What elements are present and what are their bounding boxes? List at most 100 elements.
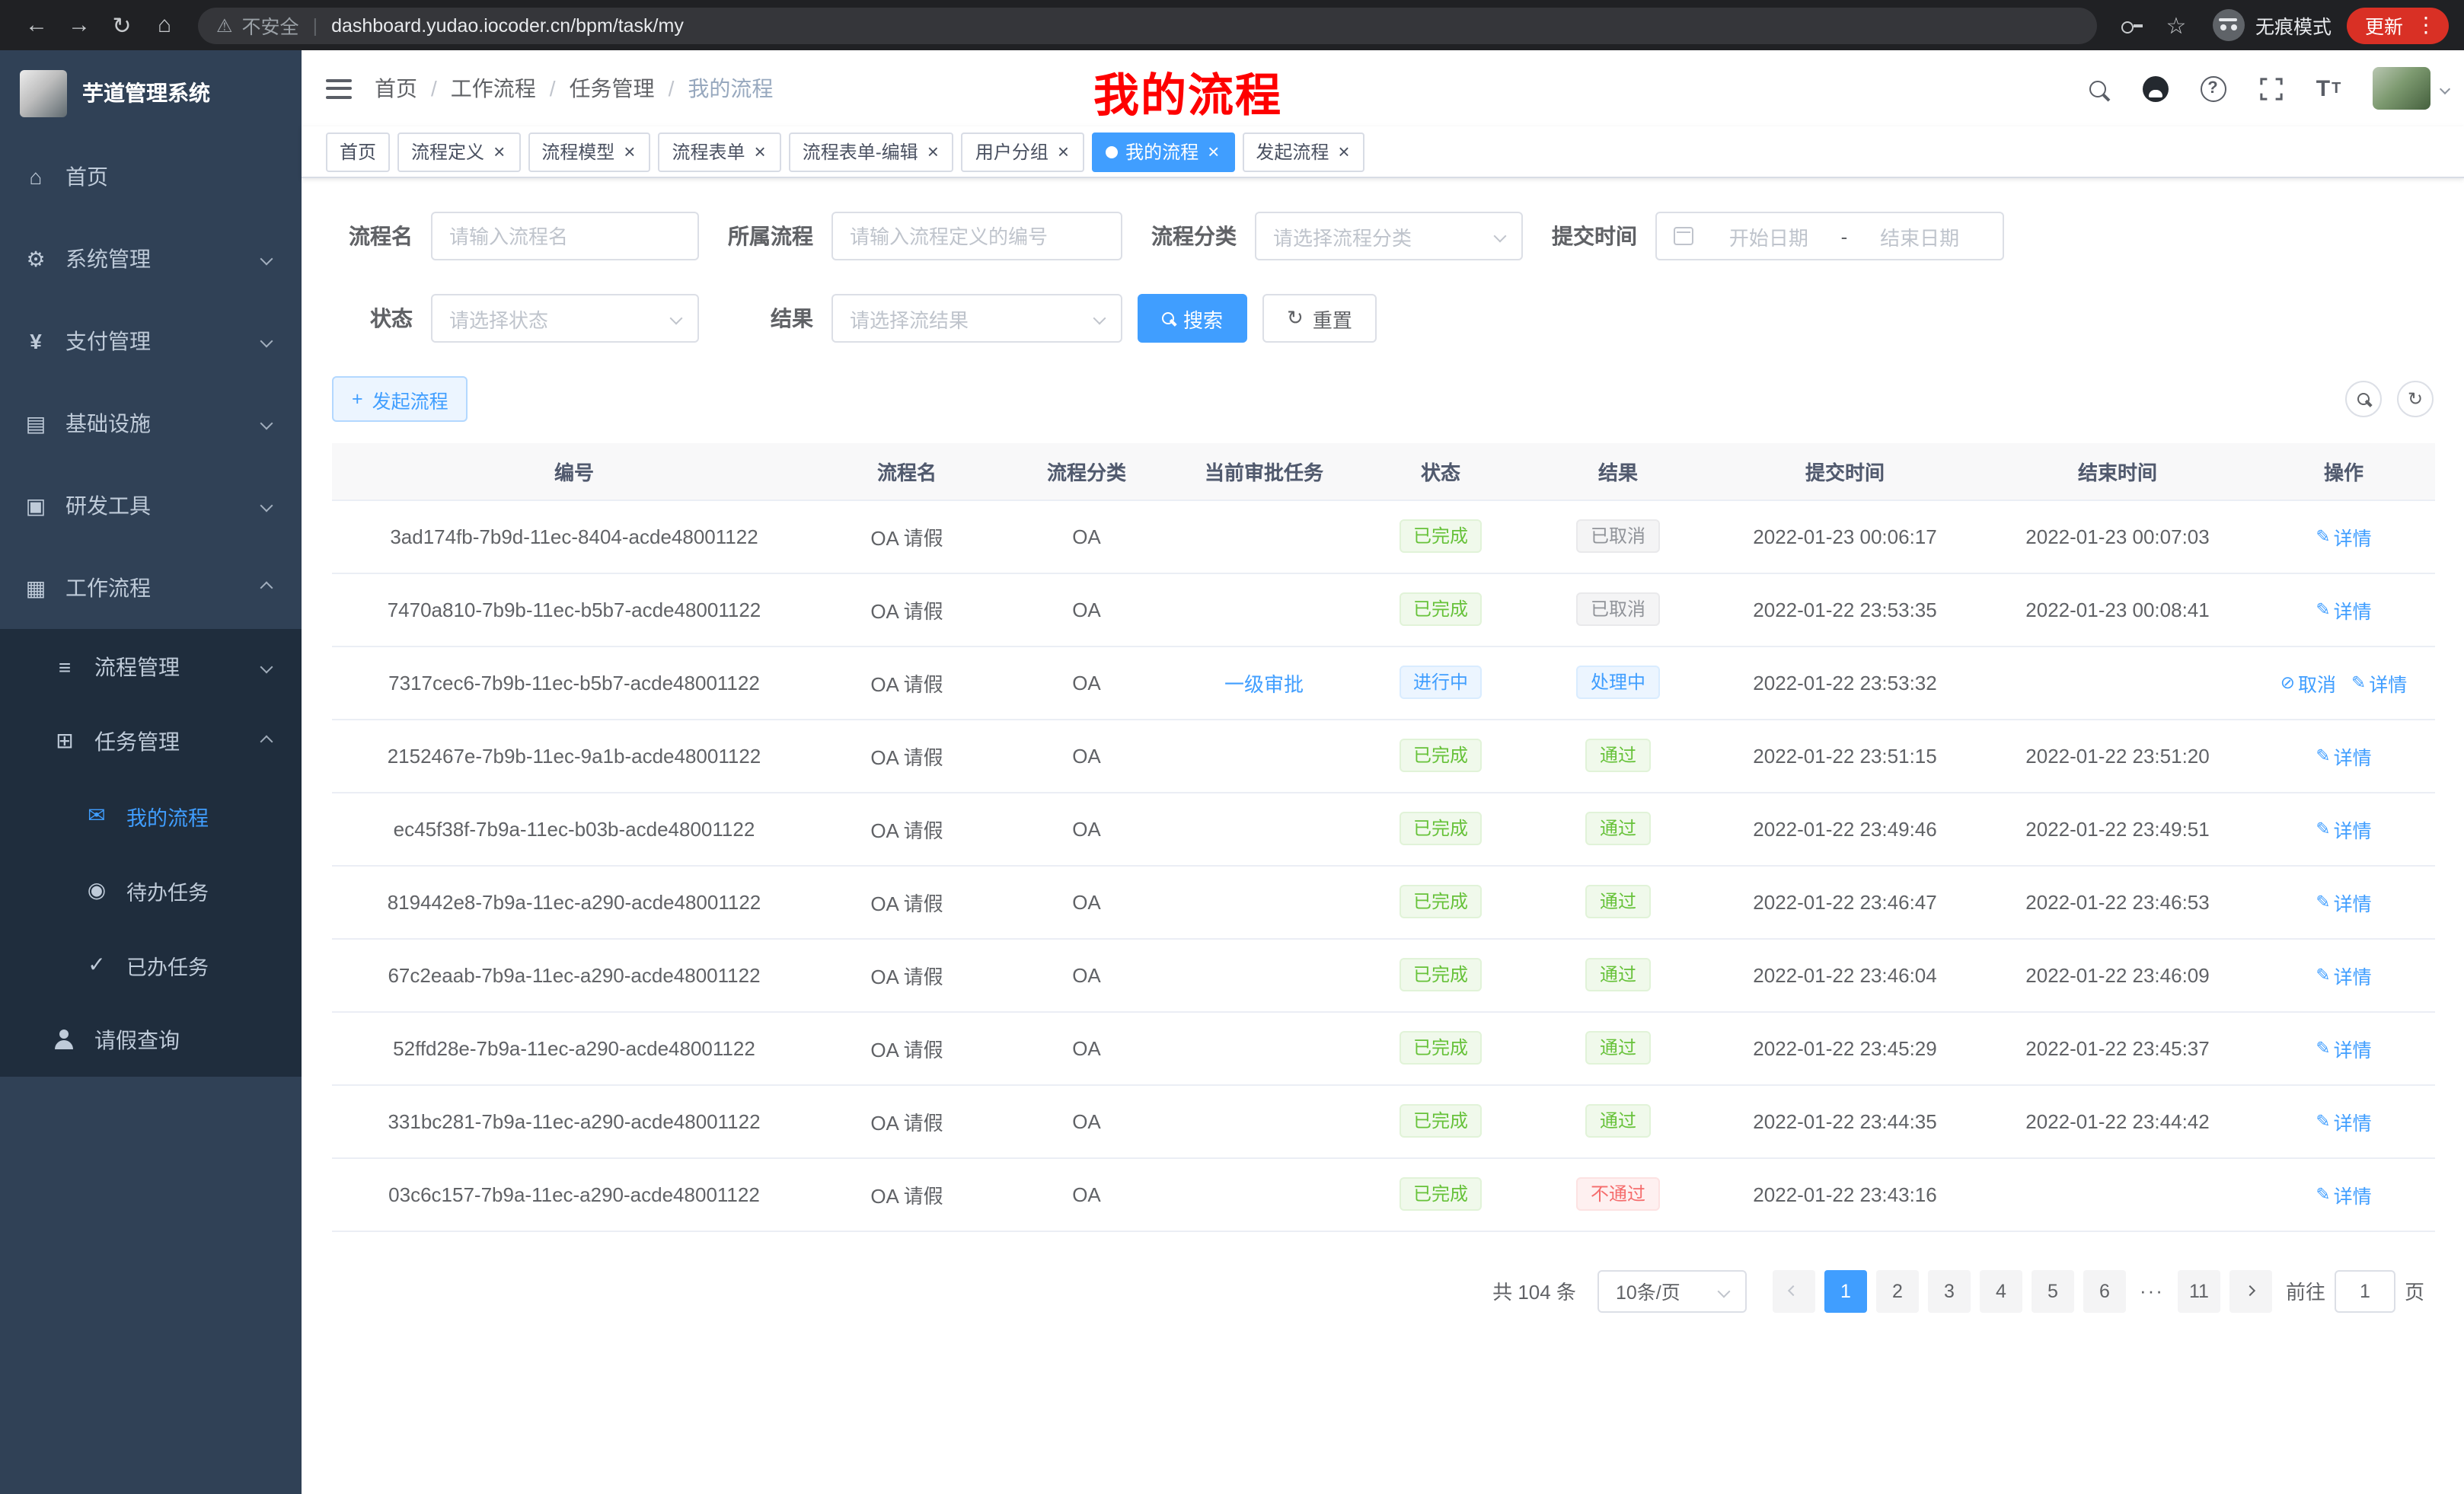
detail-button[interactable]: ✎详情: [2316, 1180, 2371, 1208]
close-icon[interactable]: ×: [753, 142, 768, 161]
update-button[interactable]: 更新 ⋮: [2347, 7, 2449, 43]
page-button-4[interactable]: 4: [1980, 1269, 2022, 1312]
reload-icon[interactable]: ↻: [101, 4, 143, 46]
breadcrumb-item[interactable]: 工作流程: [451, 73, 536, 104]
refresh-table-button[interactable]: ↻: [2397, 381, 2434, 417]
date-separator: -: [1841, 225, 1848, 247]
address-bar[interactable]: ⚠ 不安全 | dashboard.yudao.iocoder.cn/bpm/t…: [198, 7, 2097, 43]
chevron-down-icon: [1494, 230, 1507, 243]
search-toggle-button[interactable]: [2345, 381, 2382, 417]
tab-2[interactable]: 流程模型×: [528, 132, 650, 171]
sidebar-item-6[interactable]: 流程管理: [0, 629, 302, 704]
cell-id: 67c2eaab-7b9a-11ec-a290-acde48001122: [332, 938, 816, 1011]
close-icon[interactable]: ×: [926, 142, 940, 161]
cell-process-name: OA 请假: [816, 1084, 997, 1157]
detail-button[interactable]: ✎详情: [2316, 522, 2371, 551]
goto-page-input[interactable]: [2335, 1269, 2395, 1312]
detail-button[interactable]: ✎详情: [2316, 960, 2371, 989]
result-select[interactable]: 请选择流结果: [831, 294, 1122, 343]
sidebar-item-1[interactable]: 系统管理: [0, 218, 302, 300]
browser-home-icon[interactable]: ⌂: [143, 4, 186, 46]
create-process-button[interactable]: + 发起流程: [332, 376, 468, 422]
sidebar-item-8[interactable]: 我的流程: [0, 778, 302, 853]
tab-7[interactable]: 发起流程×: [1242, 132, 1364, 171]
cell-end-time: 2022-01-23 00:07:03: [1983, 500, 2252, 573]
search-button[interactable]: 搜索: [1138, 294, 1247, 343]
cell-id: 03c6c157-7b9a-11ec-a290-acde48001122: [332, 1157, 816, 1231]
url-text[interactable]: dashboard.yudao.iocoder.cn/bpm/task/my: [331, 14, 684, 36]
close-icon[interactable]: ×: [1056, 142, 1071, 161]
detail-button[interactable]: ✎详情: [2316, 814, 2371, 843]
font-size-icon[interactable]: TT: [2303, 62, 2354, 114]
help-icon[interactable]: ?: [2187, 62, 2239, 114]
page-button-3[interactable]: 3: [1928, 1269, 1971, 1312]
reset-button[interactable]: ↻ 重置: [1262, 294, 1377, 343]
search-icon[interactable]: [2071, 62, 2123, 114]
sidebar-item-4[interactable]: 研发工具: [0, 464, 302, 547]
detail-button[interactable]: ✎详情: [2316, 887, 2371, 916]
security-label[interactable]: 不安全: [242, 11, 299, 40]
user-avatar[interactable]: [2373, 67, 2449, 110]
sidebar-item-3[interactable]: 基础设施: [0, 382, 302, 464]
sidebar-item-9[interactable]: 待办任务: [0, 853, 302, 927]
caret-down-icon: [2440, 83, 2450, 94]
sidebar-item-11[interactable]: 请假查询: [0, 1002, 302, 1077]
app-logo[interactable]: 芋道管理系统: [0, 50, 302, 136]
tab-1[interactable]: 流程定义×: [397, 132, 520, 171]
page-button-1[interactable]: 1: [1824, 1269, 1867, 1312]
sidebar-item-label: 已办任务: [126, 950, 209, 980]
prev-page-button[interactable]: [1773, 1269, 1815, 1312]
sidebar-item-5[interactable]: 工作流程: [0, 547, 302, 629]
annotation-overlay: 我的流程: [1093, 58, 1282, 125]
detail-button[interactable]: ✎详情: [2316, 1106, 2371, 1135]
sidebar-item-0[interactable]: 首页: [0, 136, 302, 218]
sidebar-item-2[interactable]: 支付管理: [0, 300, 302, 382]
page-button-6[interactable]: 6: [2083, 1269, 2126, 1312]
status-select[interactable]: 请选择状态: [431, 294, 699, 343]
process-name-input[interactable]: [431, 212, 699, 260]
page-button-2[interactable]: 2: [1876, 1269, 1919, 1312]
kebab-icon[interactable]: ⋮: [2411, 12, 2441, 38]
tab-5[interactable]: 用户分组×: [962, 132, 1084, 171]
cell-submit-time: 2022-01-22 23:46:47: [1707, 865, 1983, 938]
process-id-input[interactable]: [831, 212, 1122, 260]
close-icon[interactable]: ×: [492, 142, 506, 161]
detail-button[interactable]: ✎详情: [2316, 1033, 2371, 1062]
back-icon[interactable]: ←: [15, 4, 58, 46]
breadcrumb-item[interactable]: 任务管理: [570, 73, 655, 104]
category-select[interactable]: 请选择流程分类: [1255, 212, 1523, 260]
bookmark-star-icon[interactable]: ☆: [2155, 4, 2197, 46]
cell-actions: ✎详情: [2252, 792, 2435, 865]
sidebar-item-7[interactable]: 任务管理: [0, 704, 302, 778]
sidebar-item-10[interactable]: 已办任务: [0, 927, 302, 1002]
submit-time-range-input[interactable]: 开始日期 - 结束日期: [1655, 212, 2004, 260]
tab-4[interactable]: 流程表单-编辑×: [789, 132, 954, 171]
chevron-down-icon: [260, 335, 273, 348]
close-icon[interactable]: ×: [622, 142, 637, 161]
close-icon[interactable]: ×: [1336, 142, 1351, 161]
detail-button[interactable]: ✎详情: [2316, 595, 2371, 624]
breadcrumb-item[interactable]: 首页: [375, 73, 417, 104]
detail-button[interactable]: ✎详情: [2351, 668, 2407, 697]
github-icon[interactable]: [2129, 62, 2181, 114]
password-key-icon[interactable]: [2118, 11, 2146, 39]
fullscreen-icon[interactable]: [2245, 62, 2296, 114]
task-link[interactable]: 一级审批: [1224, 672, 1304, 695]
tab-3[interactable]: 流程表单×: [658, 132, 780, 171]
status-badge: 已完成: [1400, 592, 1482, 626]
page-button-5[interactable]: 5: [2032, 1269, 2074, 1312]
page-size-select[interactable]: 10条/页: [1597, 1269, 1747, 1312]
tab-0[interactable]: 首页: [326, 132, 390, 171]
cell-actions: ✎详情: [2252, 1084, 2435, 1157]
next-page-button[interactable]: [2229, 1269, 2272, 1312]
page-button-11[interactable]: 11: [2178, 1269, 2220, 1312]
result-badge: 不通过: [1577, 1177, 1659, 1211]
tab-6[interactable]: 我的流程×: [1092, 132, 1234, 171]
detail-button[interactable]: ✎详情: [2316, 741, 2371, 770]
hamburger-icon[interactable]: [302, 50, 375, 126]
forward-icon[interactable]: →: [58, 4, 101, 46]
cancel-button[interactable]: ⊘取消: [2280, 668, 2336, 697]
close-icon[interactable]: ×: [1206, 142, 1221, 161]
cell-submit-time: 2022-01-22 23:45:29: [1707, 1011, 1983, 1084]
pages-ellipsis[interactable]: ···: [2134, 1279, 2170, 1302]
